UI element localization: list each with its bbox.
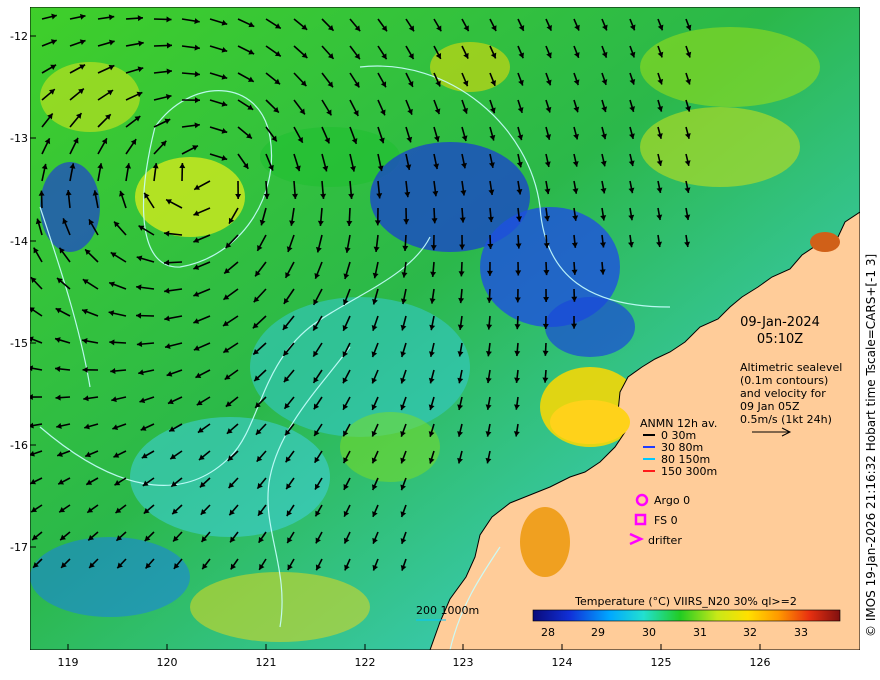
svg-text:123: 123 bbox=[453, 656, 474, 669]
date-label: 09-Jan-2024 bbox=[740, 315, 820, 330]
svg-text:31: 31 bbox=[693, 626, 707, 639]
svg-text:-14: -14 bbox=[10, 235, 28, 248]
lon-axis: 119 120 121 122 123 124 125 126 bbox=[58, 656, 771, 669]
svg-text:32: 32 bbox=[743, 626, 757, 639]
svg-text:126: 126 bbox=[750, 656, 771, 669]
svg-text:121: 121 bbox=[256, 656, 277, 669]
svg-text:09 Jan 05Z: 09 Jan 05Z bbox=[740, 400, 800, 413]
credit-strip: © IMOS 19-Jan-2026 21:16:32 Hobart time … bbox=[864, 254, 878, 637]
svg-text:FS 0: FS 0 bbox=[654, 514, 678, 527]
svg-text:119: 119 bbox=[58, 656, 79, 669]
svg-text:-17: -17 bbox=[10, 541, 28, 554]
svg-text:-12: -12 bbox=[10, 30, 28, 43]
svg-text:120: 120 bbox=[157, 656, 178, 669]
svg-text:Temperature (°C) VIIRS_N20 30%: Temperature (°C) VIIRS_N20 30% ql>=2 bbox=[574, 595, 797, 608]
svg-text:150 300m: 150 300m bbox=[661, 465, 717, 478]
svg-text:0.5m/s (1kt 24h): 0.5m/s (1kt 24h) bbox=[740, 413, 832, 426]
svg-text:29: 29 bbox=[591, 626, 605, 639]
svg-text:-13: -13 bbox=[10, 132, 28, 145]
svg-text:122: 122 bbox=[355, 656, 376, 669]
sst-map[interactable]: 09-Jan-2024 05:10Z Altimetric sealevel (… bbox=[29, 6, 861, 651]
svg-text:Argo 0: Argo 0 bbox=[654, 494, 690, 507]
svg-text:30: 30 bbox=[642, 626, 656, 639]
time-label: 05:10Z bbox=[757, 332, 803, 347]
svg-text:-15: -15 bbox=[10, 337, 28, 350]
svg-text:200 1000m: 200 1000m bbox=[416, 604, 479, 617]
svg-text:124: 124 bbox=[552, 656, 573, 669]
svg-text:and velocity for: and velocity for bbox=[740, 387, 826, 400]
svg-text:drifter: drifter bbox=[648, 534, 682, 547]
svg-text:Altimetric sealevel: Altimetric sealevel bbox=[740, 361, 842, 374]
svg-text:(0.1m contours): (0.1m contours) bbox=[740, 374, 828, 387]
svg-text:-16: -16 bbox=[10, 439, 28, 452]
credit-text: © IMOS 19-Jan-2026 21:16:32 Hobart time … bbox=[864, 254, 878, 637]
svg-text:33: 33 bbox=[794, 626, 808, 639]
svg-text:125: 125 bbox=[651, 656, 672, 669]
lat-axis: -12 -13 -14 -15 -16 -17 bbox=[10, 30, 28, 554]
svg-text:28: 28 bbox=[541, 626, 555, 639]
